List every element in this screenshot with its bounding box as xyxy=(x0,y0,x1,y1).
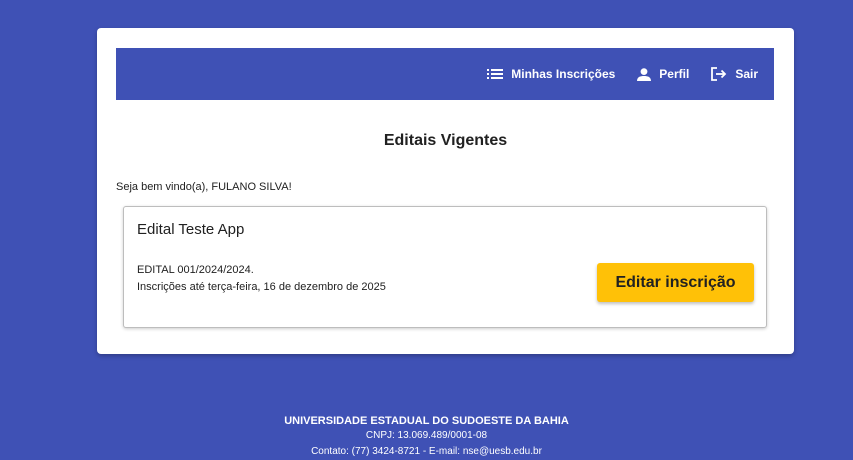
nav-profile[interactable]: Perfil xyxy=(637,67,689,81)
edital-card: Edital Teste App EDITAL 001/2024/2024. I… xyxy=(123,206,767,328)
nav-logout[interactable]: Sair xyxy=(711,67,758,81)
nav-my-registrations[interactable]: Minhas Inscrições xyxy=(487,67,615,81)
top-toolbar: Minhas Inscrições Perfil Sair xyxy=(116,48,774,100)
person-icon xyxy=(637,67,659,81)
footer: UNIVERSIDADE ESTADUAL DO SUDOESTE DA BAH… xyxy=(0,414,853,460)
welcome-message: Seja bem vindo(a), FULANO SILVA! xyxy=(116,181,292,193)
edital-title: Edital Teste App xyxy=(137,221,245,238)
edital-deadline: Inscrições até terça-feira, 16 de dezemb… xyxy=(137,281,386,293)
nav-profile-label: Perfil xyxy=(659,67,690,81)
footer-university: UNIVERSIDADE ESTADUAL DO SUDOESTE DA BAH… xyxy=(284,415,569,427)
edit-registration-button[interactable]: Editar inscrição xyxy=(597,263,754,302)
edital-number: EDITAL 001/2024/2024. xyxy=(137,264,254,276)
main-card: Minhas Inscrições Perfil Sair Editais Vi… xyxy=(97,28,794,354)
nav-logout-label: Sair xyxy=(735,67,758,81)
page-title: Editais Vigentes xyxy=(383,132,508,149)
logout-icon xyxy=(711,67,735,81)
nav-my-registrations-label: Minhas Inscrições xyxy=(511,67,616,81)
footer-cnpj: CNPJ: 13.069.489/0001-08 xyxy=(365,430,488,441)
list-icon xyxy=(487,68,511,80)
